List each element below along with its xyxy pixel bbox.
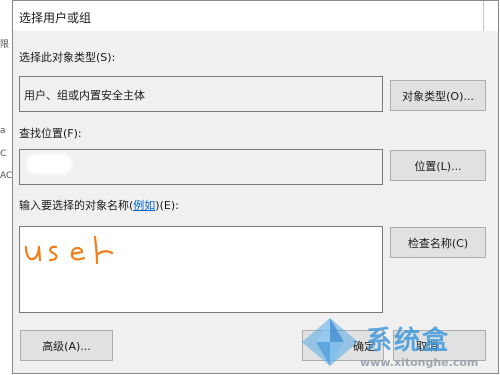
background-text: 限 [0, 40, 10, 50]
examples-link[interactable]: 例如 [133, 199, 155, 212]
advanced-button[interactable]: 高级(A)... [20, 330, 113, 361]
object-type-label: 选择此对象类型(S): [19, 51, 116, 64]
locations-button[interactable]: 位置(L)... [390, 150, 486, 181]
watermark: 系统盒 www.xitonghe.com [300, 314, 490, 372]
check-names-button[interactable]: 检查名称(C) [390, 227, 486, 258]
object-names-label: 输入要选择的对象名称(例如)(E): [19, 199, 179, 212]
location-field [19, 149, 383, 185]
title-bar[interactable]: 选择用户或组 [13, 1, 498, 31]
background-text: C [0, 149, 7, 159]
dialog-title: 选择用户或组 [19, 11, 92, 25]
object-names-input[interactable] [19, 226, 383, 313]
background-text: a [0, 126, 6, 136]
background-text: AC [0, 171, 13, 181]
watermark-brand: 系统盒 [366, 326, 451, 356]
handwritten-user-text [24, 235, 114, 265]
object-type-field: 用户、组或内置安全主体 [19, 76, 383, 112]
close-button-edge[interactable] [483, 1, 484, 31]
location-label: 查找位置(F): [19, 127, 82, 140]
object-types-button[interactable]: 对象类型(O)... [390, 80, 486, 111]
watermark-url: www.xitonghe.com [360, 356, 479, 369]
redacted-location [26, 154, 72, 174]
watermark-logo-icon [302, 318, 358, 366]
object-type-value: 用户、组或内置安全主体 [24, 89, 145, 102]
